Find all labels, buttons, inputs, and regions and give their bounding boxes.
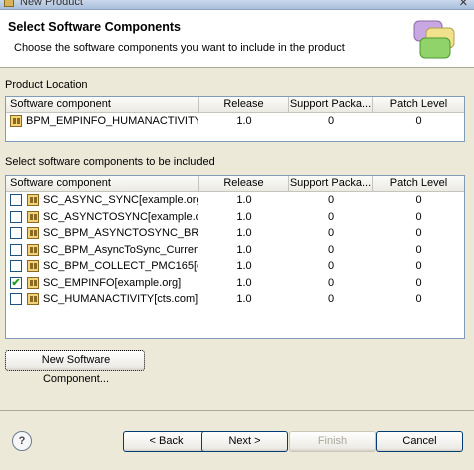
software-component-icon [27, 293, 39, 305]
table-header: Software component Release Support Packa… [6, 176, 464, 192]
software-component-icon [27, 260, 39, 272]
software-component-icon [27, 276, 39, 289]
next-button[interactable]: Next > [201, 431, 288, 452]
column-header-release[interactable]: Release [199, 97, 289, 113]
component-patch-level: 0 [415, 276, 422, 289]
software-component-icon [10, 115, 22, 127]
table-row[interactable]: SC_BPM_ASYNCTOSYNC_BRID... 1.0 0 0 [6, 225, 464, 242]
component-name: SC_ASYNCTOSYNC[example.or... [43, 210, 198, 223]
component-name: SC_ASYNC_SYNC[example.org] [43, 194, 198, 206]
include-checkbox[interactable] [10, 293, 22, 305]
column-header-software-component[interactable]: Software component [6, 97, 199, 113]
help-icon[interactable]: ? [12, 431, 32, 451]
wizard-content: Product Location Software component Rele… [0, 69, 474, 410]
table-header: Software component Release Support Packa… [6, 97, 464, 113]
component-support-package: 0 [327, 243, 335, 256]
component-patch-level: 0 [415, 210, 422, 223]
column-header-software-component[interactable]: Software component [6, 176, 199, 192]
software-component-icon [27, 227, 39, 239]
page-description: Choose the software components you want … [14, 42, 345, 54]
table-row[interactable]: ✔ SC_EMPINFO[example.org] 1.0 0 0 [6, 275, 464, 292]
included-components-label: Select software components to be include… [5, 156, 215, 168]
component-name: SC_BPM_AsyncToSync_Curren... [43, 243, 198, 256]
component-patch-level: 0 [415, 260, 422, 272]
component-release: 1.0 [236, 260, 252, 272]
component-release: 1.0 [236, 194, 252, 206]
component-patch-level: 0 [415, 115, 422, 127]
component-release: 1.0 [236, 243, 252, 256]
component-name: SC_BPM_COLLECT_PMC165[ex... [43, 260, 198, 272]
component-support-package: 0 [327, 227, 335, 239]
component-release: 1.0 [236, 276, 252, 289]
column-header-release[interactable]: Release [199, 176, 289, 192]
component-release: 1.0 [236, 210, 252, 223]
component-support-package: 0 [327, 115, 335, 127]
include-checkbox[interactable] [10, 243, 22, 256]
include-checkbox[interactable] [10, 194, 22, 206]
component-support-package: 0 [327, 293, 335, 305]
table-row[interactable]: SC_ASYNCTOSYNC[example.or... 1.0 0 0 [6, 209, 464, 226]
column-header-patch-level[interactable]: Patch Level [373, 176, 464, 192]
window-titlebar: New Product ✕ [0, 0, 474, 10]
table-row[interactable]: SC_BPM_COLLECT_PMC165[ex... 1.0 0 0 [6, 258, 464, 275]
component-support-package: 0 [327, 260, 335, 272]
table-row[interactable]: SC_ASYNC_SYNC[example.org] 1.0 0 0 [6, 192, 464, 209]
component-patch-level: 0 [415, 194, 422, 206]
software-component-icon [27, 194, 39, 206]
window-title: New Product [20, 0, 83, 8]
software-component-icon [27, 243, 39, 256]
app-icon [4, 0, 14, 7]
include-checkbox[interactable]: ✔ [10, 276, 22, 289]
back-button[interactable]: < Back [123, 431, 210, 452]
component-patch-level: 0 [415, 243, 422, 256]
component-release: 1.0 [236, 227, 252, 239]
included-components-table[interactable]: Software component Release Support Packa… [5, 175, 465, 339]
new-software-component-button[interactable]: New Software Component... [5, 350, 145, 385]
included-rows: SC_ASYNC_SYNC[example.org] 1.0 0 0 SC_ASYNCT… [6, 192, 464, 308]
component-release: 1.0 [236, 115, 252, 127]
product-location-table[interactable]: Software component Release Support Packa… [5, 96, 465, 142]
component-support-package: 0 [327, 276, 335, 289]
table-row[interactable]: SC_HUMANACTIVITY[cts.com] 1.0 0 0 [6, 291, 464, 308]
table-row[interactable]: SC_BPM_AsyncToSync_Curren... 1.0 0 0 [6, 242, 464, 259]
component-name: SC_HUMANACTIVITY[cts.com] [43, 293, 198, 305]
components-banner-icon [413, 20, 455, 59]
column-header-support-package[interactable]: Support Packa... [289, 97, 373, 113]
finish-button[interactable]: Finish [289, 431, 376, 452]
column-header-patch-level[interactable]: Patch Level [373, 97, 464, 113]
component-name: SC_EMPINFO[example.org] [43, 276, 182, 289]
component-support-package: 0 [327, 210, 335, 223]
component-support-package: 0 [327, 194, 335, 206]
include-checkbox[interactable] [10, 227, 22, 239]
software-component-icon [27, 210, 39, 223]
cancel-button[interactable]: Cancel [376, 431, 463, 452]
component-patch-level: 0 [415, 293, 422, 305]
product-location-label: Product Location [5, 79, 88, 91]
wizard-footer: ? < Back Next > Finish Cancel [0, 410, 474, 470]
component-patch-level: 0 [415, 227, 422, 239]
page-title: Select Software Components [8, 20, 181, 34]
column-header-support-package[interactable]: Support Packa... [289, 176, 373, 192]
component-release: 1.0 [236, 293, 252, 305]
table-row[interactable]: BPM_EMPINFO_HUMANACTIVITY... 1.0 0 0 [6, 113, 464, 130]
include-checkbox[interactable] [10, 260, 22, 272]
component-name: BPM_EMPINFO_HUMANACTIVITY... [26, 115, 198, 127]
include-checkbox[interactable] [10, 210, 22, 223]
close-icon[interactable]: ✕ [459, 0, 468, 9]
component-name: SC_BPM_ASYNCTOSYNC_BRID... [43, 227, 198, 239]
wizard-header: Select Software Components Choose the so… [0, 10, 474, 68]
